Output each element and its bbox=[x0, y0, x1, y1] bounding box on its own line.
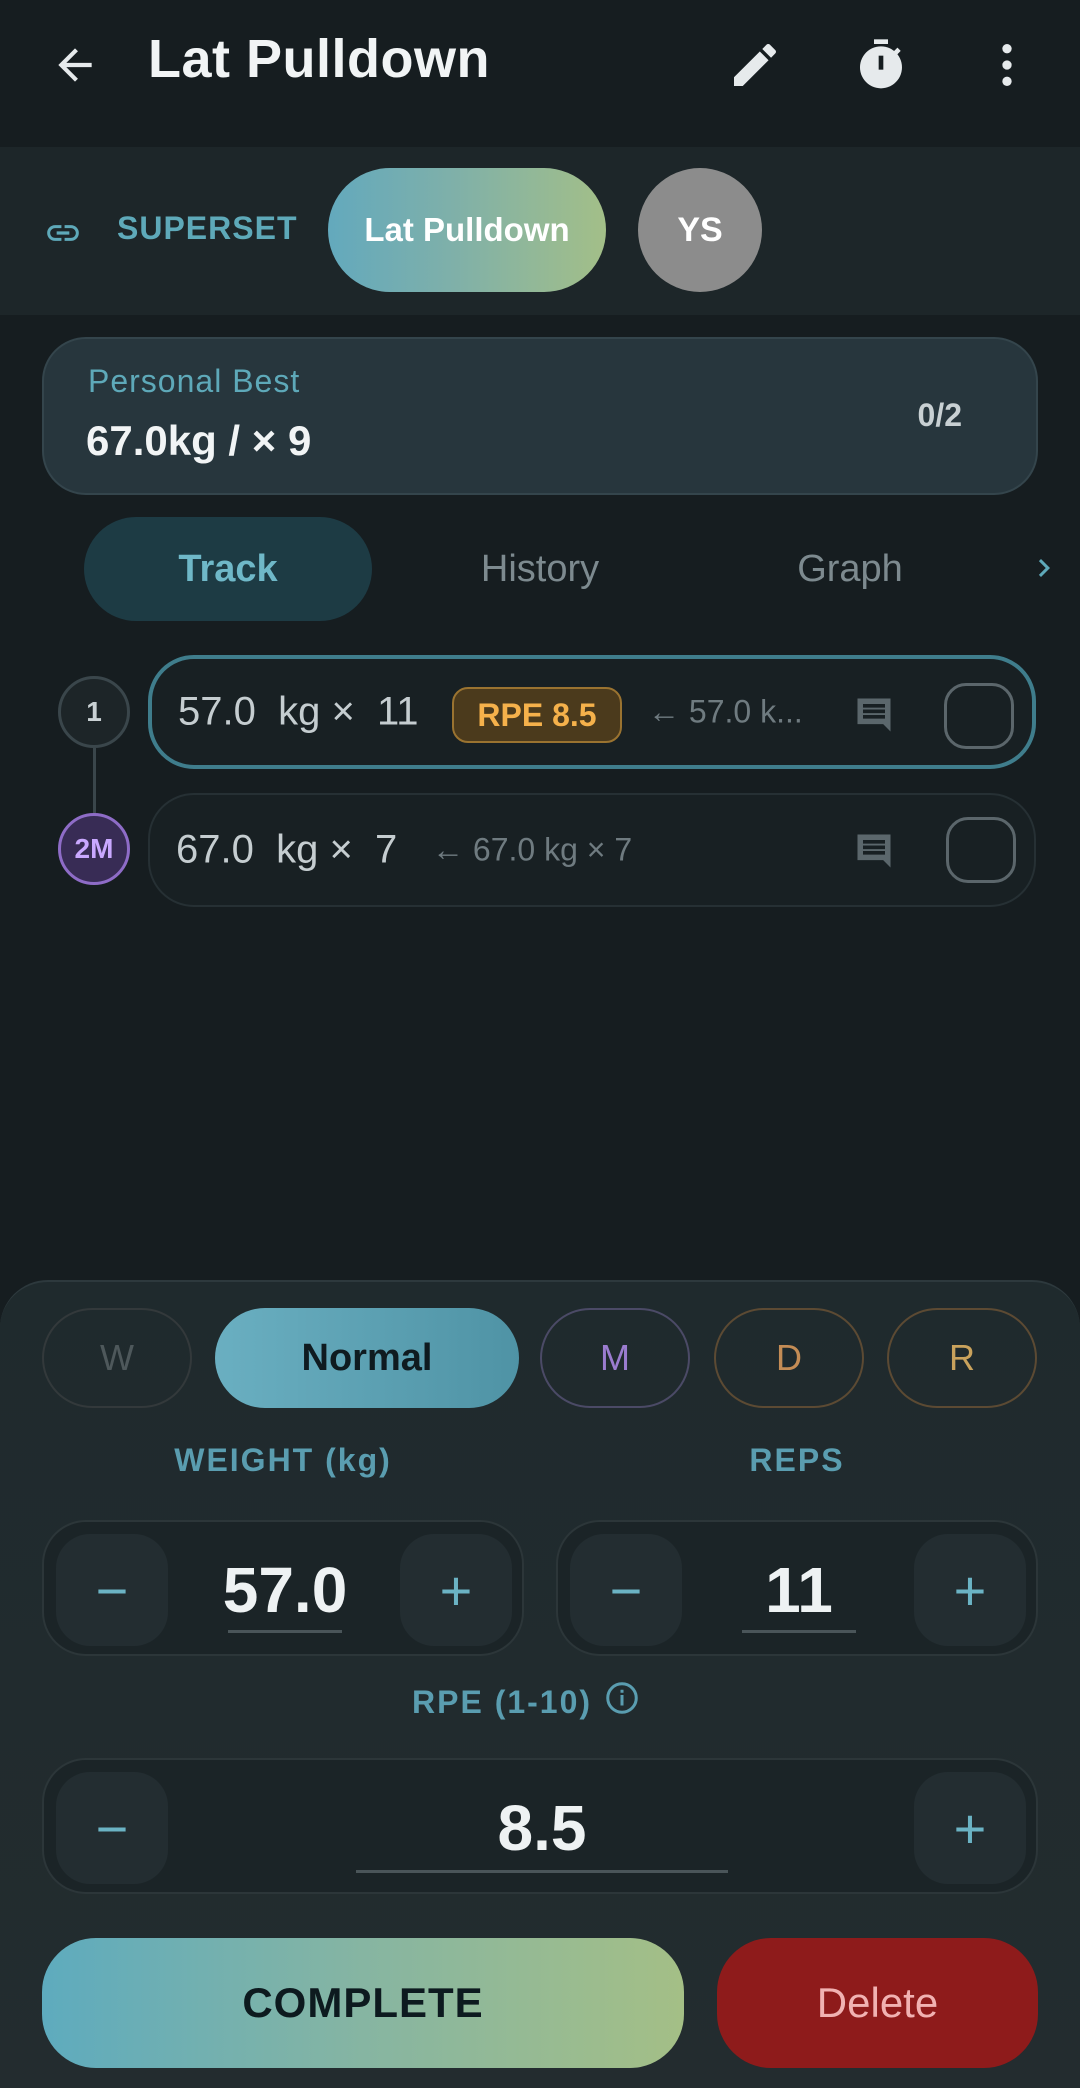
comment-icon[interactable] bbox=[852, 829, 896, 878]
info-icon[interactable] bbox=[604, 1680, 640, 1724]
weight-increment-button[interactable]: + bbox=[400, 1534, 512, 1646]
superset-exercise-chip-active[interactable]: Lat Pulldown bbox=[328, 168, 606, 292]
reps-decrement-button[interactable]: − bbox=[570, 1534, 682, 1646]
set-complete-checkbox[interactable] bbox=[944, 683, 1014, 749]
tab-graph[interactable]: Graph bbox=[720, 517, 980, 621]
weight-decrement-button[interactable]: − bbox=[56, 1534, 168, 1646]
reps-stepper: − 11 + bbox=[556, 1520, 1038, 1656]
set-number-badge: 2M bbox=[58, 813, 130, 885]
reps-input-underline bbox=[742, 1630, 856, 1633]
reps-increment-button[interactable]: + bbox=[914, 1534, 1026, 1646]
previous-set-value: ← 67.0 kg × 7 bbox=[432, 831, 633, 868]
personal-best-label: Personal Best bbox=[88, 363, 301, 399]
set-type-drop[interactable]: D bbox=[714, 1308, 864, 1408]
set-number-badge: 1 bbox=[58, 676, 130, 748]
set-row[interactable]: 57.0 kg × 11 RPE 8.5 ← 57.0 k... bbox=[148, 655, 1036, 769]
page-title: Lat Pulldown bbox=[148, 29, 490, 89]
weight-stepper: − 57.0 + bbox=[42, 1520, 524, 1656]
weight-input[interactable]: 57.0 bbox=[168, 1522, 402, 1658]
personal-best-value: 67.0kg / × 9 bbox=[86, 417, 312, 464]
superset-label: SUPERSET bbox=[117, 210, 298, 246]
complete-button[interactable]: COMPLETE bbox=[42, 1938, 684, 2068]
set-type-m[interactable]: M bbox=[540, 1308, 690, 1408]
chevron-right-icon[interactable] bbox=[1026, 548, 1062, 593]
tab-track[interactable]: Track bbox=[84, 517, 372, 621]
rpe-decrement-button[interactable]: − bbox=[56, 1772, 168, 1884]
rpe-badge: RPE 8.5 bbox=[452, 687, 622, 743]
superset-exercise-chip-avatar[interactable]: YS bbox=[638, 168, 762, 292]
tab-history[interactable]: History bbox=[410, 517, 670, 621]
rpe-label: RPE (1-10) bbox=[412, 1683, 593, 1720]
previous-set-value: ← 57.0 k... bbox=[648, 693, 803, 730]
comment-icon[interactable] bbox=[852, 693, 896, 742]
rpe-input[interactable]: 8.5 bbox=[356, 1760, 728, 1896]
reps-label: REPS bbox=[749, 1442, 845, 1478]
set-type-normal[interactable]: Normal bbox=[215, 1308, 519, 1408]
edit-pencil-icon[interactable] bbox=[718, 28, 792, 102]
reps-input[interactable]: 11 bbox=[682, 1522, 916, 1658]
personal-best-card: Personal Best 67.0kg / × 9 0/2 bbox=[42, 337, 1038, 495]
set-weight-reps: 67.0 kg × 7 bbox=[176, 827, 398, 872]
set-timeline-connector bbox=[93, 748, 96, 816]
weight-label: WEIGHT (kg) bbox=[174, 1442, 392, 1478]
stopwatch-icon[interactable] bbox=[844, 28, 918, 102]
delete-button[interactable]: Delete bbox=[717, 1938, 1038, 2068]
more-vert-icon[interactable] bbox=[970, 28, 1044, 102]
link-icon bbox=[44, 214, 82, 257]
rpe-increment-button[interactable]: + bbox=[914, 1772, 1026, 1884]
set-weight-reps: 57.0 kg × 11 bbox=[178, 689, 419, 734]
back-arrow-icon[interactable] bbox=[40, 30, 110, 100]
set-type-warmup[interactable]: W bbox=[42, 1308, 192, 1408]
set-row[interactable]: 67.0 kg × 7 ← 67.0 kg × 7 bbox=[148, 793, 1036, 907]
app-bar: Lat Pulldown bbox=[0, 0, 1080, 147]
set-type-r[interactable]: R bbox=[887, 1308, 1037, 1408]
set-complete-checkbox[interactable] bbox=[946, 817, 1016, 883]
rpe-input-underline bbox=[356, 1870, 728, 1873]
weight-input-underline bbox=[228, 1630, 342, 1633]
rpe-stepper: − 8.5 + bbox=[42, 1758, 1038, 1894]
rpe-label-group: RPE (1-10) bbox=[412, 1680, 640, 1724]
sets-progress-count: 0/2 bbox=[917, 397, 962, 433]
